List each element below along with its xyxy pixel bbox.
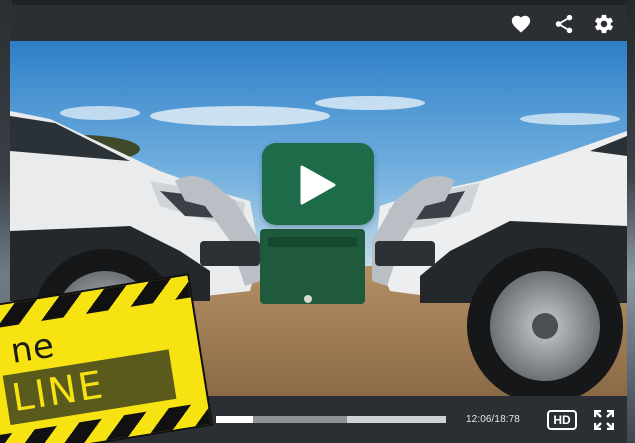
player-top-bar bbox=[10, 5, 627, 41]
play-icon bbox=[300, 165, 336, 205]
play-button[interactable] bbox=[262, 143, 374, 225]
player-control-bar: 12:06/18:78 HD bbox=[10, 396, 627, 443]
gear-icon[interactable] bbox=[593, 13, 615, 35]
time-display: 12:06/18:78 bbox=[466, 414, 520, 425]
progress-bar[interactable] bbox=[216, 416, 446, 423]
heart-icon[interactable] bbox=[510, 13, 532, 35]
page-background-right bbox=[626, 0, 635, 443]
video-frame[interactable] bbox=[10, 41, 627, 396]
progress-played bbox=[216, 416, 253, 423]
fullscreen-icon[interactable] bbox=[594, 410, 614, 430]
hd-quality-button[interactable]: HD bbox=[547, 410, 577, 430]
share-icon[interactable] bbox=[553, 13, 575, 35]
